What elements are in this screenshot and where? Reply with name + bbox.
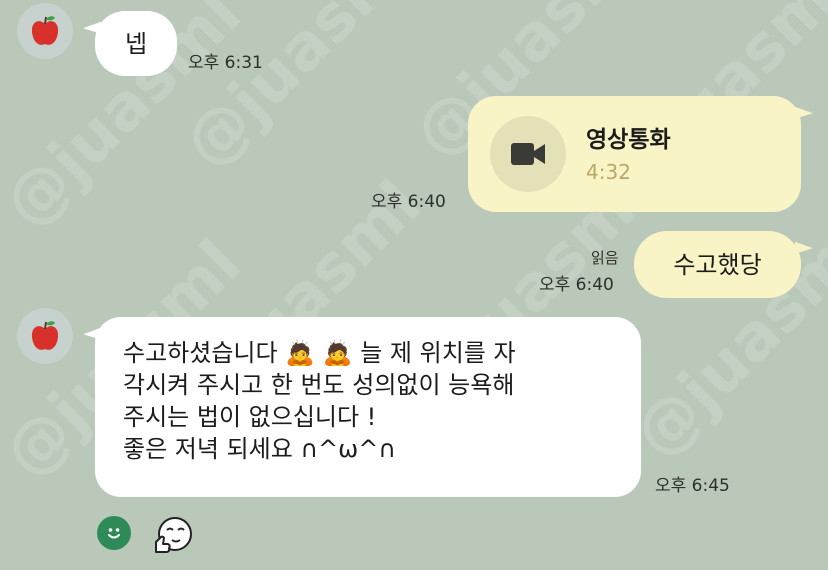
timestamp: 오후 6:45 — [655, 476, 730, 496]
message-line: 주시는 법이 없으십니다 ! — [123, 403, 377, 431]
video-call-bubble[interactable]: 영상통화 4:32 — [468, 96, 801, 212]
message-text: 넵 — [124, 29, 148, 58]
smile-icon — [108, 528, 120, 539]
reaction-thumbs-up[interactable] — [152, 514, 194, 556]
message-bubble[interactable]: 넵 — [95, 11, 177, 76]
read-receipt: 읽음 — [591, 249, 619, 267]
video-camera-icon — [511, 143, 545, 165]
video-call-duration: 4:32 — [586, 160, 631, 184]
video-call-button[interactable] — [490, 116, 566, 192]
video-call-title: 영상통화 — [586, 127, 671, 153]
reaction-smile[interactable] — [97, 516, 131, 550]
thumbs-up-face-icon — [155, 517, 192, 553]
watermark: @juasml — [170, 0, 436, 183]
timestamp: 오후 6:40 — [539, 275, 614, 295]
avatar[interactable] — [17, 3, 73, 59]
apple-icon — [31, 321, 59, 350]
timestamp: 오후 6:40 — [371, 192, 446, 212]
timestamp: 오후 6:31 — [188, 53, 263, 73]
message-bubble[interactable]: 수고했당 — [634, 231, 801, 298]
message-text: 수고했당 — [673, 250, 762, 279]
avatar[interactable] — [17, 308, 73, 364]
message-bubble[interactable]: 수고하셨습니다 🙇 🙇 늘 제 위치를 자 각시켜 주시고 한 번도 성의없이 … — [95, 317, 641, 497]
message-line: 수고하셨습니다 🙇 🙇 늘 제 위치를 자 — [123, 339, 516, 367]
apple-icon — [31, 16, 59, 45]
message-line: 좋은 저녁 되세요 ∩^ω^∩ — [123, 435, 396, 463]
message-line: 각시켜 주시고 한 번도 성의없이 능욕해 — [123, 371, 515, 399]
